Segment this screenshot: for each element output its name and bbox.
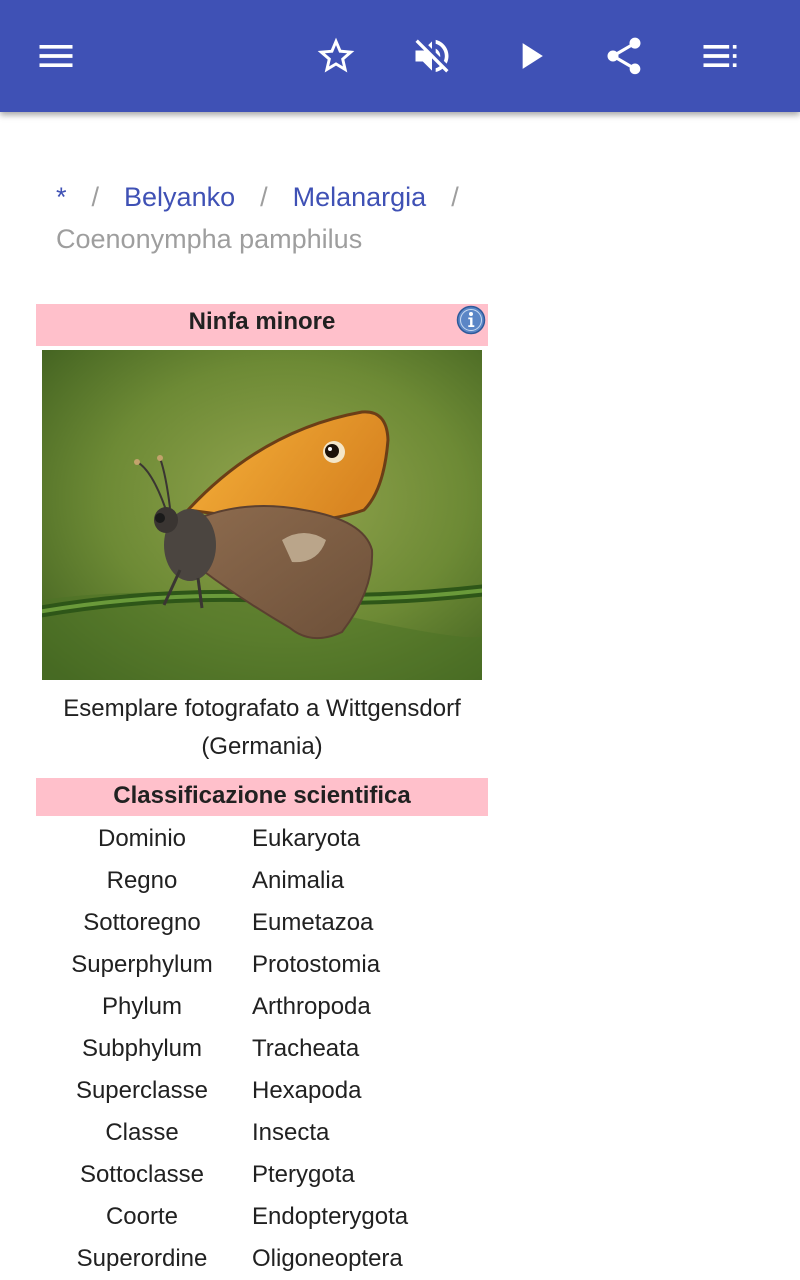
classification-row: Coorte Endopterygota (36, 1196, 488, 1238)
rank-label: Dominio (97, 825, 187, 852)
taxon-value[interactable]: Insecta (248, 1112, 329, 1154)
menu-icon (39, 45, 73, 67)
classification-row: Subphylum Tracheata (36, 1028, 488, 1070)
breadcrumb-separator: / (91, 182, 100, 212)
play-icon (522, 43, 543, 69)
classification-row: Superphylum Protostomia (36, 944, 488, 986)
favorite-button[interactable] (304, 24, 368, 88)
menu-button[interactable] (24, 24, 88, 88)
play-button[interactable] (498, 24, 562, 88)
share-icon (607, 37, 641, 75)
classification-row: Regno Animalia (36, 860, 488, 902)
classification-heading: Classificazione scientifica (36, 778, 488, 816)
classification-row: Sottoregno Eumetazoa (36, 902, 488, 944)
breadcrumb-link-melanargia[interactable]: Melanargia (293, 182, 427, 212)
taxon-value[interactable]: Eumetazoa (248, 902, 373, 944)
taxon-value[interactable]: Oligoneoptera (248, 1238, 403, 1280)
taxobox-title: Ninfa minore (188, 308, 336, 335)
app-toolbar (0, 0, 800, 112)
contents-button[interactable] (688, 24, 752, 88)
rank-label: Phylum (101, 993, 183, 1020)
classification-row: Sottoclasse Pterygota (36, 1154, 488, 1196)
taxon-value[interactable]: Protostomia (248, 944, 380, 986)
classification-row: Superclasse Hexapoda (36, 1070, 488, 1112)
image-caption: Esemplare fotografato a Wittgensdorf (Ge… (63, 695, 461, 760)
classification-row: Classe Insecta (36, 1112, 488, 1154)
classification-row: Dominio Eukaryota (36, 818, 488, 860)
classification-row: Phylum Arthropoda (36, 986, 488, 1028)
breadcrumb-home-link[interactable]: * (56, 182, 67, 212)
classification-table: Dominio Eukaryota Regno Animalia Sottoregno E… (36, 818, 488, 1280)
breadcrumb-separator: / (260, 182, 268, 212)
star-outline-icon (317, 37, 355, 73)
taxon-value[interactable]: Eukaryota (248, 818, 360, 860)
playlist-icon (703, 45, 737, 67)
breadcrumb-separator: / (451, 182, 459, 212)
rank-label: Superphylum (71, 951, 213, 978)
taxon-value[interactable]: Hexapoda (248, 1070, 361, 1112)
classification-row: Superordine Oligoneoptera (36, 1238, 488, 1280)
breadcrumb-current: Coenonympha pamphilus (56, 224, 363, 254)
taxobox-title-bar: Ninfa minore (36, 304, 488, 346)
butterfly-image (42, 350, 482, 680)
butterfly-photo[interactable] (42, 350, 482, 680)
taxon-value[interactable]: Pterygota (248, 1154, 355, 1196)
rank-label: Superordine (76, 1245, 208, 1272)
rank-label: Superclasse (75, 1077, 209, 1104)
taxon-value[interactable]: Animalia (248, 860, 344, 902)
rank-label: Subphylum (81, 1035, 203, 1062)
rank-label: Sottoclasse (79, 1161, 205, 1188)
taxon-value[interactable]: Tracheata (248, 1028, 359, 1070)
taxon-value[interactable]: Endopterygota (248, 1196, 408, 1238)
info-icon[interactable] (456, 305, 486, 335)
taxon-value[interactable]: Arthropoda (248, 986, 371, 1028)
breadcrumb: * / Belyanko / Melanargia / Coenonympha pamph… (56, 176, 756, 260)
mute-button[interactable] (400, 24, 464, 88)
rank-label: Coorte (105, 1203, 179, 1230)
rank-label: Regno (106, 867, 178, 894)
rank-label: Classe (105, 1119, 179, 1146)
rank-label: Sottoregno (83, 909, 201, 936)
volume-off-icon (415, 39, 449, 73)
share-button[interactable] (592, 24, 656, 88)
taxobox: Ninfa minore Esemplare fotografato a Wit… (36, 304, 488, 1280)
breadcrumb-link-belyanko[interactable]: Belyanko (124, 182, 235, 212)
